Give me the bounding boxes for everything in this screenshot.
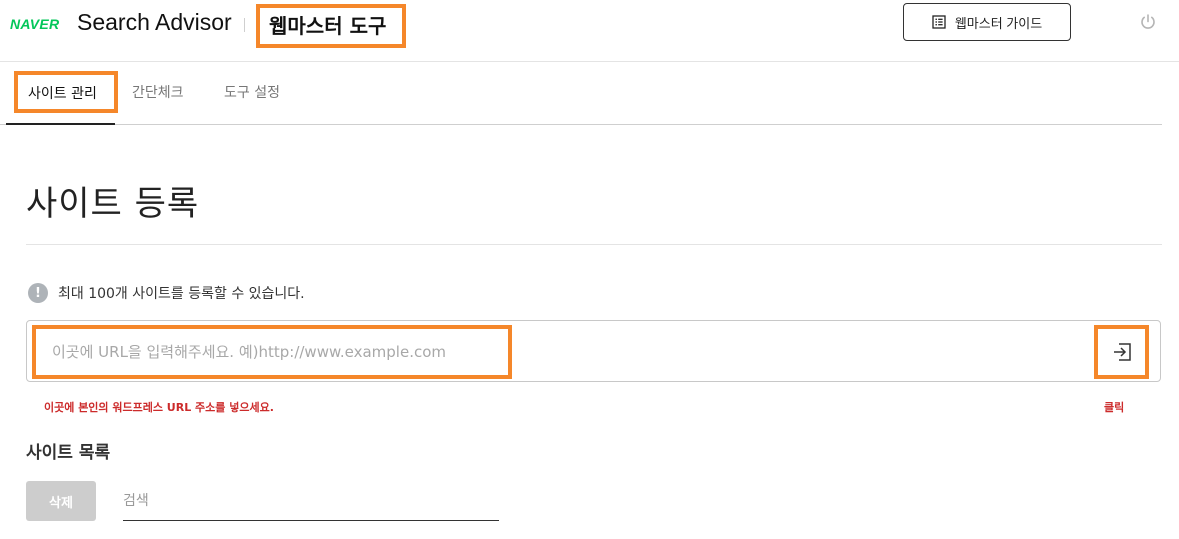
url-input[interactable] — [40, 333, 508, 371]
url-input-highlight — [32, 325, 512, 379]
delete-button[interactable]: 삭제 — [26, 481, 96, 521]
tab-tool-settings[interactable]: 도구 설정 — [224, 82, 280, 102]
tab-quick-check[interactable]: 간단체크 — [132, 82, 184, 102]
header-divider — [244, 18, 245, 32]
url-input-box — [26, 320, 1161, 382]
info-icon: ! — [28, 283, 48, 303]
naver-logo[interactable]: NAVER — [10, 16, 59, 32]
submit-annotation: 클릭 — [1104, 401, 1125, 414]
tab-bar: 사이트 관리 간단체크 도구 설정 — [0, 62, 1162, 125]
list-icon — [932, 15, 946, 29]
site-search-input[interactable] — [123, 481, 499, 521]
enter-icon — [1113, 343, 1131, 361]
power-icon[interactable] — [1138, 12, 1158, 32]
register-site-button[interactable] — [1094, 325, 1149, 379]
notice-text: 최대 100개 사이트를 등록할 수 있습니다. — [58, 286, 305, 302]
site-list-title: 사이트 목록 — [26, 443, 111, 463]
top-header: NAVER Search Advisor 웹마스터 도구 웹마스터 가이드 — [0, 0, 1179, 62]
title-divider — [26, 244, 1162, 245]
tab-site-management[interactable]: 사이트 관리 — [6, 62, 118, 125]
tool-title: 웹마스터 도구 — [256, 4, 406, 48]
guide-button-label: 웹마스터 가이드 — [954, 15, 1043, 31]
webmaster-guide-button[interactable]: 웹마스터 가이드 — [903, 3, 1071, 41]
url-input-annotation: 이곳에 본인의 워드프레스 URL 주소를 넣으세요. — [44, 401, 274, 414]
page-title: 사이트 등록 — [26, 184, 200, 224]
tab-site-management-label: 사이트 관리 — [14, 71, 118, 113]
product-name[interactable]: Search Advisor — [77, 9, 232, 36]
notice: ! 최대 100개 사이트를 등록할 수 있습니다. — [28, 283, 305, 303]
